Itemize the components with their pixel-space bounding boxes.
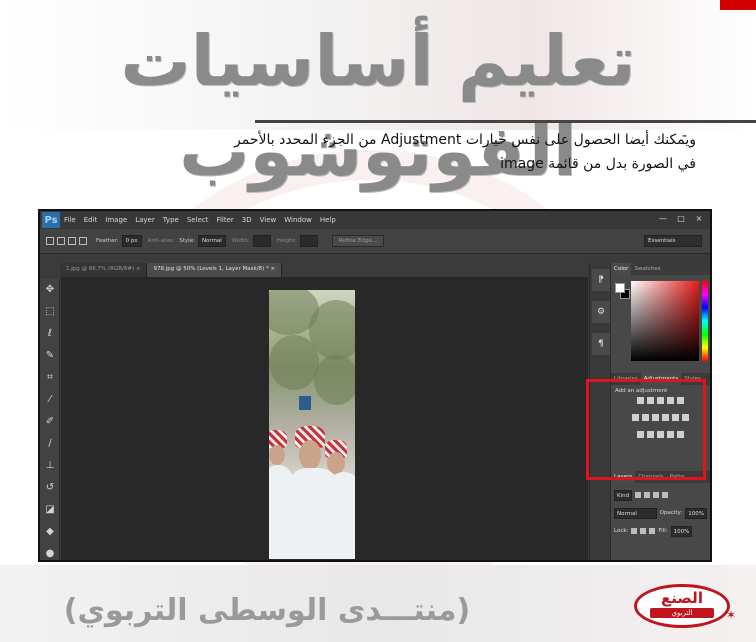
- menu-bar: Ps File Edit Image Layer Type Select Fil…: [40, 211, 710, 229]
- marquee-preset-icon[interactable]: [46, 237, 54, 245]
- corner-accent: [720, 0, 756, 10]
- menu-help[interactable]: Help: [320, 216, 336, 224]
- eraser-tool-icon[interactable]: ◪: [40, 499, 60, 521]
- healing-tool-icon[interactable]: ✐: [40, 411, 60, 433]
- blend-mode-select[interactable]: Normal: [614, 507, 657, 519]
- color-field[interactable]: [631, 281, 699, 361]
- properties-panel-icon[interactable]: ⚙: [592, 301, 610, 323]
- instruction-line-1: ويمكنك أيضا الحصول على نفس خيارات Adjust…: [234, 132, 696, 148]
- tab-close-icon[interactable]: ×: [270, 266, 275, 272]
- adjustments-highlight-box: [586, 379, 706, 480]
- stamp-tool-icon[interactable]: ⊥: [40, 455, 60, 477]
- menu-view[interactable]: View: [260, 216, 277, 224]
- antialias-checkbox[interactable]: Anti-alias: [148, 238, 174, 244]
- workspace-select[interactable]: Essentials: [644, 235, 702, 247]
- tab-document-1[interactable]: 1.jpg @ 66.7% (RGB/8#) ×: [60, 263, 148, 277]
- paint-bucket-tool-icon[interactable]: ◆: [40, 521, 60, 543]
- document-image: [269, 290, 355, 559]
- refine-edge-button[interactable]: Refine Edge...: [331, 235, 384, 247]
- star-icon: ✶: [726, 608, 737, 622]
- feather-input[interactable]: 0 px: [121, 235, 142, 247]
- options-bar: Feather: 0 px Anti-alias Style: Normal W…: [40, 229, 710, 254]
- opacity-label: Opacity:: [659, 510, 683, 516]
- color-panel-tabs: Color Swatches: [611, 263, 710, 275]
- history-brush-tool-icon[interactable]: ↺: [40, 477, 60, 499]
- document-tabs: 1.jpg @ 66.7% (RGB/8#) × 978.jpg @ 50% (…: [60, 263, 283, 277]
- menu-window[interactable]: Window: [284, 216, 312, 224]
- tab-document-2[interactable]: 978.jpg @ 50% (Levels 1, Layer Mask/8) *…: [147, 263, 283, 277]
- color-panel: [611, 275, 710, 373]
- fill-label: Fill:: [658, 528, 668, 534]
- adjustment-filter-icon[interactable]: [644, 492, 651, 498]
- logo-text: الصنع: [661, 589, 703, 607]
- lock-label: Lock:: [614, 528, 629, 534]
- photoshop-window: Ps File Edit Image Layer Type Select Fil…: [38, 209, 712, 562]
- minimize-button[interactable]: —: [658, 214, 668, 223]
- blue-sign: [299, 396, 311, 410]
- canvas-area[interactable]: [61, 277, 588, 560]
- lock-position-icon[interactable]: [640, 528, 647, 534]
- fill-input[interactable]: 100%: [670, 525, 693, 537]
- height-label: Height:: [276, 238, 297, 244]
- menu-edit[interactable]: Edit: [84, 216, 98, 224]
- photoshop-logo: Ps: [42, 212, 60, 228]
- instruction-line-2: في الصورة بدل من قائمة image: [500, 156, 696, 172]
- forum-name: (منتـــدى الوسطى التربوي): [63, 593, 471, 628]
- blur-tool-icon[interactable]: ●: [40, 543, 60, 565]
- history-panel-icon[interactable]: ⁋: [592, 269, 610, 291]
- menu-3d[interactable]: 3D: [242, 216, 252, 224]
- forum-logo: الصنع التربوي ✶: [628, 578, 740, 634]
- tab-label: 1.jpg @ 66.7% (RGB/8#): [66, 266, 135, 272]
- type-filter-icon[interactable]: [653, 492, 660, 498]
- tab-swatches[interactable]: Swatches: [631, 266, 663, 272]
- brush-tool-icon[interactable]: ∕: [40, 433, 60, 455]
- logo-subtitle: التربوي: [650, 608, 714, 618]
- menu-image[interactable]: Image: [105, 216, 127, 224]
- width-label: Width:: [231, 238, 250, 244]
- lasso-tool-icon[interactable]: ℓ: [40, 323, 60, 345]
- foreground-color-swatch[interactable]: [615, 283, 625, 293]
- width-input[interactable]: [252, 235, 271, 247]
- feather-label: Feather:: [96, 238, 119, 244]
- tab-color[interactable]: Color: [611, 263, 632, 275]
- style-select[interactable]: Normal: [197, 235, 226, 247]
- crop-tool-icon[interactable]: ⌗: [40, 367, 60, 389]
- marquee-tool-icon[interactable]: ⬚: [40, 301, 60, 323]
- menu-layer[interactable]: Layer: [135, 216, 155, 224]
- eyedropper-tool-icon[interactable]: ⁄: [40, 389, 60, 411]
- instruction-text: ويمكنك أيضا الحصول على نفس خيارات Adjust…: [56, 128, 696, 176]
- height-input[interactable]: [299, 235, 318, 247]
- shape-filter-icon[interactable]: [662, 492, 669, 498]
- tab-close-icon[interactable]: ×: [136, 266, 141, 272]
- move-tool-icon[interactable]: ✥: [40, 279, 60, 301]
- pixel-filter-icon[interactable]: [635, 492, 642, 498]
- menu-list: File Edit Image Layer Type Select Filter…: [64, 216, 344, 224]
- maximize-button[interactable]: □: [676, 214, 686, 223]
- lock-pixels-icon[interactable]: [631, 528, 638, 534]
- new-selection-icon[interactable]: [57, 237, 65, 245]
- menu-file[interactable]: File: [64, 216, 76, 224]
- tab-label: 978.jpg @ 50% (Levels 1, Layer Mask/8) *: [153, 266, 269, 272]
- lock-all-icon[interactable]: [649, 528, 656, 534]
- opacity-input[interactable]: 100%: [685, 507, 707, 519]
- quick-select-tool-icon[interactable]: ✎: [40, 345, 60, 367]
- style-label: Style:: [179, 238, 195, 244]
- paragraph-panel-icon[interactable]: ¶: [592, 333, 610, 355]
- menu-type[interactable]: Type: [163, 216, 179, 224]
- menu-filter[interactable]: Filter: [216, 216, 233, 224]
- layers-panel: Kind Normal Opacity: 100% Lock: Fill: 10…: [611, 483, 710, 545]
- subtract-selection-icon[interactable]: [79, 237, 87, 245]
- kind-filter-select[interactable]: Kind: [614, 489, 633, 501]
- add-selection-icon[interactable]: [68, 237, 76, 245]
- tools-panel: ✥ ⬚ ℓ ✎ ⌗ ⁄ ✐ ∕ ⊥ ↺ ◪ ◆ ●: [40, 279, 60, 560]
- window-controls: — □ ×: [658, 214, 704, 223]
- title-divider: [255, 120, 756, 123]
- close-button[interactable]: ×: [694, 214, 704, 223]
- hue-slider[interactable]: [702, 281, 708, 361]
- menu-select[interactable]: Select: [187, 216, 209, 224]
